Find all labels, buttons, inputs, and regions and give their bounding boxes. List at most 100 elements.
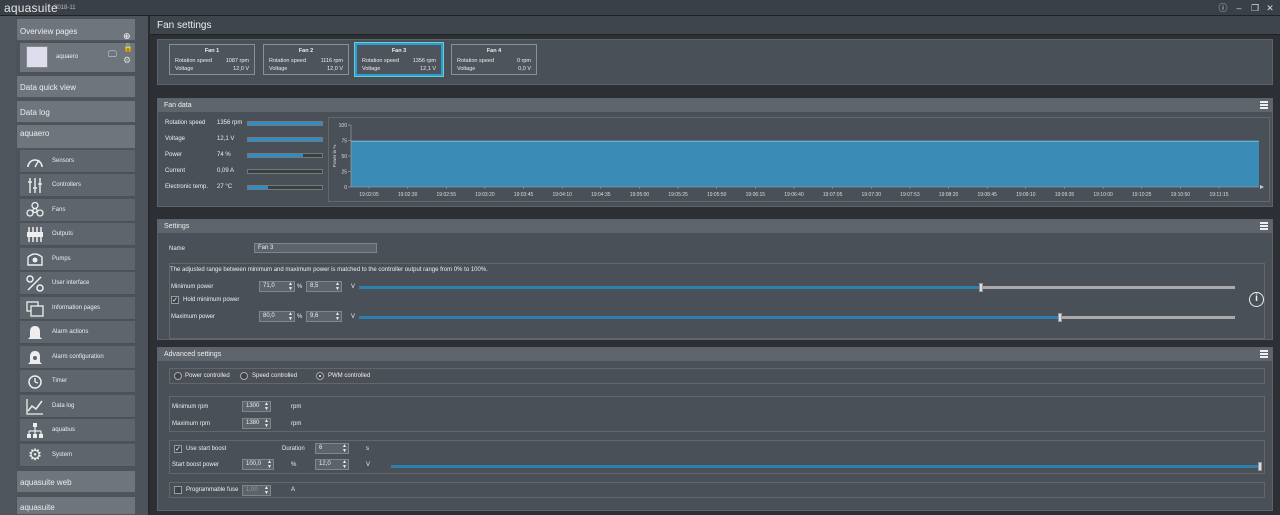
radio-power-controlled[interactable] <box>174 372 182 380</box>
start-boost-checkbox[interactable]: ✓ <box>174 445 182 453</box>
volt-unit: V <box>366 462 371 468</box>
spinner-arrows-icon[interactable]: ▲ ▼ <box>335 282 340 292</box>
sidebar-item-information-pages[interactable]: Information pages <box>20 297 135 320</box>
spinner-arrows-icon[interactable]: ▲ ▼ <box>288 312 293 322</box>
sidebar-item-sensors[interactable]: Sensors <box>20 150 135 173</box>
sidebar-item-aquabus[interactable]: aquabus <box>20 419 135 442</box>
max-power-slider[interactable] <box>359 313 1235 322</box>
x-tick-label: 19:06:40 <box>784 192 804 198</box>
spinner-arrows-icon[interactable]: ▲ ▼ <box>288 282 293 292</box>
x-tick-label: 19:07:30 <box>862 192 882 198</box>
sidebar-item-data-log[interactable]: Data log <box>20 395 135 418</box>
fan-icon <box>26 202 44 217</box>
close-icon[interactable]: ✕ <box>1265 3 1275 13</box>
hold-min-power-checkbox[interactable]: ✓ <box>171 296 179 304</box>
min-power-volt-spinner[interactable]: 8,5 ▲ ▼ <box>306 281 342 292</box>
fan-data-value: 27 °C <box>217 184 233 190</box>
x-tick-label: 19:06:15 <box>746 192 766 198</box>
sidebar-item-alarm-configuration[interactable]: Alarm configuration <box>20 346 135 369</box>
min-rpm-label: Minimum rpm <box>172 404 209 410</box>
fan-card-4[interactable]: Fan 4 Rotation speed 0 rpm Voltage 0,0 V <box>451 44 537 75</box>
fan-data-bar <box>247 137 323 142</box>
volt-unit: V <box>351 284 356 290</box>
programmable-fuse-checkbox[interactable] <box>174 486 182 494</box>
duration-label: Duration <box>282 446 305 452</box>
fan-card-1[interactable]: Fan 1 Rotation speed 1087 rpm Voltage 12,0… <box>169 44 255 75</box>
x-tick-label: 19:10:25 <box>1132 192 1152 198</box>
sidebar-item-pumps[interactable]: Pumps <box>20 248 135 271</box>
fan-card-2[interactable]: Fan 2 Rotation speed 1116 rpm Voltage 12,0… <box>263 44 349 75</box>
min-power-slider[interactable] <box>359 283 1235 292</box>
radio-pwm-controlled[interactable] <box>316 372 324 380</box>
sidebar-item-label: System <box>52 452 73 458</box>
monitor-icon[interactable]: 🖵 <box>108 49 117 60</box>
spinner-arrows-icon[interactable]: ▲ ▼ <box>342 444 347 454</box>
lock-icon[interactable]: 🔒 <box>123 43 133 52</box>
spinner-arrows-icon[interactable]: ▲ ▼ <box>335 312 340 322</box>
tools-icon <box>26 275 44 292</box>
y-tick-label: 100 <box>339 123 348 129</box>
power-range-info: The adjusted range between minimum and m… <box>170 267 488 273</box>
restore-icon[interactable]: ❐ <box>1250 3 1260 13</box>
menu-icon[interactable] <box>1260 222 1268 230</box>
fuse-spinner[interactable]: 1,00 ▲ ▼ <box>242 485 271 496</box>
settings-panel: Settings Name Fan 3 The adjusted range b… <box>157 219 1273 340</box>
boost-power-slider[interactable] <box>391 462 1262 471</box>
fan-card-volt-label: Voltage <box>175 66 194 72</box>
menu-icon[interactable] <box>1260 101 1268 109</box>
fan-data-value: 74 % <box>217 152 231 158</box>
slider-thumb[interactable] <box>1057 313 1062 322</box>
fan-data-label: Voltage <box>165 136 186 142</box>
add-icon[interactable]: ⊕ <box>123 31 131 42</box>
sidebar-aquasuite-web[interactable]: aquasuite web <box>17 471 135 493</box>
y-tick-label: 0 <box>344 185 347 191</box>
fan-card-3[interactable]: Fan 3 Rotation speed 1356 rpm Voltage 12,1… <box>354 42 444 77</box>
max-rpm-spinner[interactable]: 1380 ▲ ▼ <box>242 418 271 429</box>
spinner-arrows-icon[interactable]: ▲ ▼ <box>267 460 272 470</box>
menu-icon[interactable] <box>1260 350 1268 358</box>
max-power-volt-spinner[interactable]: 9,6 ▲ ▼ <box>306 311 342 322</box>
duration-spinner[interactable]: 6 ▲ ▼ <box>315 443 349 454</box>
power-chart-svg: 100 75 50 25 0 Power in % 19:02:05 19:02:30 19:0… <box>332 123 1264 198</box>
info-icon[interactable]: i <box>1249 292 1264 307</box>
boost-volt-spinner[interactable]: 12,0 ▲ ▼ <box>315 459 349 470</box>
min-rpm-spinner[interactable]: 1300 ▲ ▼ <box>242 401 271 412</box>
sidebar-overview-pages[interactable]: Overview pages <box>17 19 135 41</box>
data-quick-view-label: Data quick view <box>20 83 77 92</box>
overview-item-aquaero[interactable]: aquaero 🖵 🔒 ⚙ <box>20 43 135 73</box>
info-icon[interactable]: ⓘ <box>1218 3 1228 13</box>
gear-icon[interactable]: ⚙ <box>123 55 131 66</box>
sidebar-item-label: User interface <box>52 280 90 286</box>
fuse-box: Programmable fuse 1,00 ▲ ▼ A <box>169 482 1265 498</box>
x-tick-label: 19:10:50 <box>1171 192 1191 198</box>
sidebar-item-alarm-actions[interactable]: Alarm actions <box>20 321 135 344</box>
fan-card-volt: 12,1 V <box>420 66 436 72</box>
sidebar-item-outputs[interactable]: Outputs <box>20 223 135 246</box>
sidebar-aquasuite[interactable]: aquasuite <box>17 497 135 515</box>
sidebar-data-log[interactable]: Data log <box>17 101 135 123</box>
fan-data-panel: Fan data Rotation speed 1356 rpm Voltage 12… <box>157 98 1273 207</box>
slider-thumb[interactable] <box>978 283 983 292</box>
sidebar-item-user-interface[interactable]: User interface <box>20 272 135 295</box>
sidebar-item-system[interactable]: ⚙ System <box>20 444 135 467</box>
sidebar-device-aquaero[interactable]: aquaero <box>17 125 135 149</box>
spinner-arrows-icon[interactable]: ▲ ▼ <box>264 486 269 496</box>
min-power-pct-spinner[interactable]: 71,0 ▲ ▼ <box>259 281 295 292</box>
sidebar-item-controllers[interactable]: Controllers <box>20 174 135 197</box>
sidebar-item-timer[interactable]: Timer <box>20 370 135 393</box>
sidebar-item-fans[interactable]: Fans <box>20 199 135 222</box>
slider-thumb[interactable] <box>1258 462 1262 471</box>
boost-pct: 100,0 <box>246 461 262 467</box>
radio-speed-controlled[interactable] <box>240 372 248 380</box>
boost-pct-spinner[interactable]: 100,0 ▲ ▼ <box>242 459 274 470</box>
spinner-arrows-icon[interactable]: ▲ ▼ <box>264 402 269 412</box>
y-tick-label: 25 <box>341 170 347 176</box>
spinner-arrows-icon[interactable]: ▲ ▼ <box>342 460 347 470</box>
app-version: 2018-11 <box>54 5 76 11</box>
sidebar-data-quick-view[interactable]: Data quick view <box>17 76 135 98</box>
minimize-icon[interactable]: – <box>1234 3 1244 13</box>
fan-card-volt: 12,0 V <box>327 66 343 72</box>
max-power-pct-spinner[interactable]: 80,0 ▲ ▼ <box>259 311 295 322</box>
spinner-arrows-icon[interactable]: ▲ ▼ <box>264 419 269 429</box>
fan-name-input[interactable]: Fan 3 <box>254 243 377 253</box>
